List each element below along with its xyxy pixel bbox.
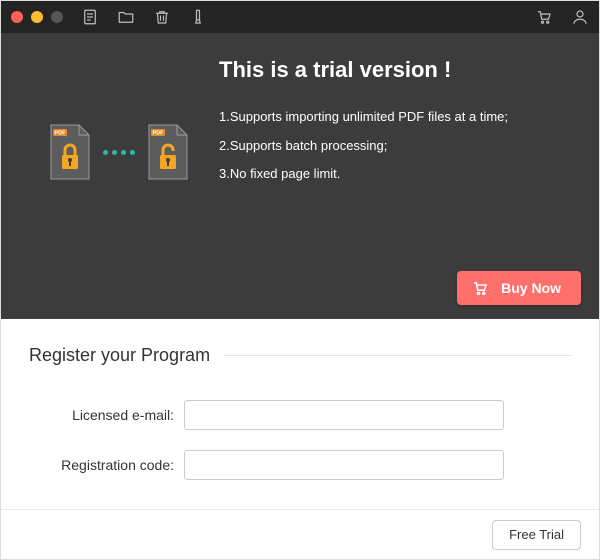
progress-dots-icon bbox=[103, 150, 135, 155]
folder-icon[interactable] bbox=[117, 8, 135, 26]
pdf-unlock-illustration: PDF PDF bbox=[19, 33, 219, 271]
pdf-unlocked-icon: PDF bbox=[145, 123, 191, 181]
trash-icon[interactable] bbox=[153, 8, 171, 26]
free-trial-button[interactable]: Free Trial bbox=[492, 520, 581, 550]
toolbar-right bbox=[535, 8, 589, 26]
window-controls bbox=[11, 11, 63, 23]
registration-code-field[interactable] bbox=[184, 450, 504, 480]
register-title: Register your Program bbox=[29, 345, 210, 366]
trial-banner: PDF PDF Th bbox=[1, 33, 599, 319]
user-icon[interactable] bbox=[571, 8, 589, 26]
maximize-window-button[interactable] bbox=[51, 11, 63, 23]
cart-icon[interactable] bbox=[535, 8, 553, 26]
svg-text:PDF: PDF bbox=[153, 131, 165, 137]
marker-icon[interactable] bbox=[189, 8, 207, 26]
email-field[interactable] bbox=[184, 400, 504, 430]
feature-item: 1.Supports importing unlimited PDF files… bbox=[219, 103, 581, 132]
toolbar-left bbox=[81, 8, 207, 26]
pdf-locked-icon: PDF bbox=[47, 123, 93, 181]
footer: Free Trial bbox=[1, 509, 599, 559]
register-section: Register your Program Licensed e-mail: R… bbox=[1, 319, 599, 509]
minimize-window-button[interactable] bbox=[31, 11, 43, 23]
buy-now-label: Buy Now bbox=[501, 280, 561, 296]
feature-item: 2.Supports batch processing; bbox=[219, 132, 581, 161]
document-icon[interactable] bbox=[81, 8, 99, 26]
feature-list: 1.Supports importing unlimited PDF files… bbox=[219, 103, 581, 189]
divider bbox=[224, 355, 571, 356]
close-window-button[interactable] bbox=[11, 11, 23, 23]
svg-text:PDF: PDF bbox=[55, 131, 67, 137]
buy-now-button[interactable]: Buy Now bbox=[457, 271, 581, 305]
feature-item: 3.No fixed page limit. bbox=[219, 160, 581, 189]
titlebar bbox=[1, 1, 599, 33]
email-label: Licensed e-mail: bbox=[29, 407, 184, 423]
code-label: Registration code: bbox=[29, 457, 184, 473]
trial-title: This is a trial version ! bbox=[219, 57, 581, 83]
cart-icon bbox=[471, 279, 489, 297]
